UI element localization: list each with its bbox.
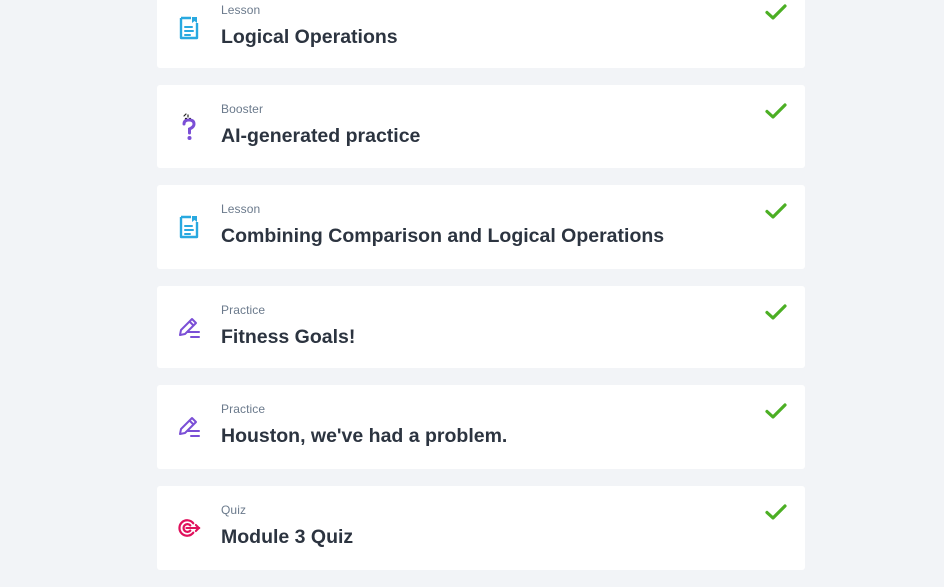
item-type-label: Practice — [221, 402, 266, 416]
item-title: Combining Comparison and Logical Operati… — [221, 225, 665, 247]
item-type-label: Lesson — [221, 3, 261, 17]
checkmark-icon — [765, 504, 787, 520]
checkmark-icon — [765, 403, 787, 419]
item-type-label: Booster — [221, 102, 264, 116]
item-type-label: Quiz — [221, 503, 247, 517]
item-title: Module 3 Quiz — [221, 526, 354, 548]
item-title: AI-generated practice — [221, 125, 421, 147]
list-item-ai-generated-practice[interactable]: Booster AI-generated practice — [157, 85, 805, 168]
pencil-icon — [177, 314, 201, 342]
item-title: Fitness Goals! — [221, 326, 356, 348]
item-title: Logical Operations — [221, 26, 398, 48]
item-title: Houston, we've had a problem. — [221, 425, 508, 447]
module-item-list: Lesson Logical Operations Booster AI-gen… — [157, 0, 805, 587]
list-item-module-3-quiz[interactable]: Quiz Module 3 Quiz — [157, 486, 805, 570]
item-type-label: Lesson — [221, 202, 261, 216]
list-item-houston[interactable]: Practice Houston, we've had a problem. — [157, 385, 805, 469]
checkmark-icon — [765, 304, 787, 320]
checkmark-icon — [765, 203, 787, 219]
target-icon — [177, 514, 201, 542]
pencil-icon — [177, 413, 201, 441]
list-item-combining-comparison[interactable]: Lesson Combining Comparison and Logical … — [157, 185, 805, 269]
checkmark-icon — [765, 103, 787, 119]
item-type-label: Practice — [221, 303, 266, 317]
lesson-doc-icon — [177, 213, 201, 241]
lesson-doc-icon — [177, 14, 201, 42]
checkmark-icon — [765, 4, 787, 20]
list-item-fitness-goals[interactable]: Practice Fitness Goals! — [157, 286, 805, 368]
list-item-logical-operations[interactable]: Lesson Logical Operations — [157, 0, 805, 68]
question-mark-icon — [177, 113, 201, 141]
